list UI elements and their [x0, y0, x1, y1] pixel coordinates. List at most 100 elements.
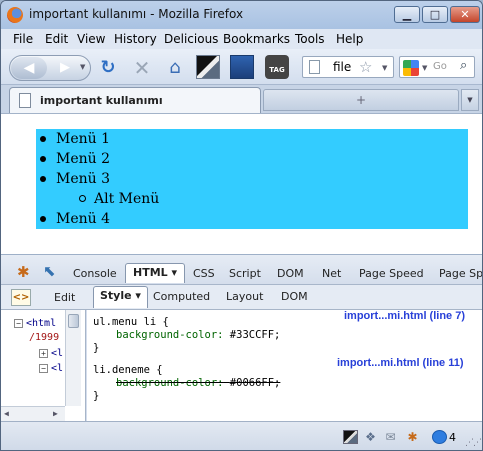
tab-important-kullanimi[interactable]: important kullanımı [9, 87, 261, 113]
bullet-icon [40, 176, 46, 182]
list-item: Menü 2 [36, 149, 468, 169]
style-pane: import...mi.html (line 7) ul.menu li { b… [87, 310, 482, 421]
menu-bookmarks[interactable]: Bookmarks [223, 32, 290, 46]
menu-edit[interactable]: Edit [45, 32, 68, 46]
tab-title: important kullanımı [40, 94, 163, 107]
horizontal-scrollbar[interactable]: ◀ ▶ [1, 406, 65, 421]
mail-icon[interactable]: ✉ [383, 430, 398, 444]
status-bar: ❖ ✉ ✱ 4 ⋰⋰ [1, 421, 482, 450]
star-icon[interactable]: ☆ [359, 58, 372, 76]
css-value[interactable]: #0066FF; [230, 377, 281, 389]
navigation-toolbar: ◀ ▶ ▼ ↻ ✕ ⌂ TAG file ☆ ▼ ▼ Go ⌕ [1, 49, 482, 85]
history-dropdown-icon[interactable]: ▼ [80, 63, 85, 71]
bullet-icon [40, 136, 46, 142]
notification-badge[interactable]: 4 [432, 429, 462, 446]
menu-history[interactable]: History [114, 32, 157, 46]
list-item-label: Menü 1 [56, 131, 111, 147]
network-icon[interactable]: ❖ [363, 430, 378, 444]
tab-computed[interactable]: Computed [153, 290, 210, 303]
inspect-icon[interactable]: ⬉ [43, 262, 56, 280]
scroll-right-icon[interactable]: ▶ [53, 409, 58, 418]
tab-dom[interactable]: DOM [277, 267, 304, 280]
back-forward-group: ◀ ▶ ▼ [9, 55, 91, 81]
tree-node[interactable]: − <html [14, 318, 56, 329]
tab-dom-side[interactable]: DOM [281, 290, 308, 303]
scroll-thumb[interactable] [68, 314, 79, 328]
bookmark-icon[interactable] [230, 55, 254, 79]
tab-script[interactable]: Script [229, 267, 261, 280]
forward-button[interactable]: ▶ [60, 60, 70, 75]
collapse-icon[interactable]: − [39, 363, 48, 373]
side-panel-tabs: Style ▾ Computed Layout DOM [86, 285, 482, 310]
minimize-button[interactable]: ▁ [394, 6, 420, 23]
tree-node[interactable]: + <l [39, 348, 63, 359]
list-item-label: Alt Menü [94, 191, 160, 207]
tab-page-speed[interactable]: Page Speed [359, 267, 424, 280]
css-property[interactable]: background-color: [116, 377, 223, 389]
menu-view[interactable]: View [77, 32, 105, 46]
screen-capture-icon[interactable] [343, 430, 358, 444]
collapse-icon[interactable]: − [14, 318, 23, 328]
title-bar: important kullanımı - Mozilla Firefox ▁ … [1, 1, 482, 29]
css-value[interactable]: #33CCFF; [230, 329, 281, 341]
expand-icon[interactable]: + [39, 348, 48, 358]
reload-icon[interactable]: ↻ [97, 57, 119, 79]
tag-icon[interactable]: <> [11, 289, 31, 306]
bullet-icon [40, 216, 46, 222]
tag-icon[interactable]: TAG [265, 55, 289, 79]
tab-net[interactable]: Net [322, 267, 341, 280]
chat-icon [432, 430, 447, 444]
google-icon[interactable] [403, 60, 419, 76]
new-tab-button[interactable]: + [263, 89, 459, 111]
firebug-icon[interactable]: ✱ [17, 263, 30, 281]
scroll-left-icon[interactable]: ◀ [4, 409, 9, 418]
url-dropdown-icon[interactable]: ▼ [382, 64, 387, 72]
bullet-icon [40, 156, 46, 162]
tree-node-text: <l [51, 348, 64, 359]
search-input[interactable]: Go [433, 61, 447, 72]
rule-source-link[interactable]: import...mi.html (line 11) [337, 357, 464, 369]
css-declaration[interactable]: background-color: #33CCFF; [116, 329, 280, 341]
css-selector[interactable]: li.deneme { [93, 364, 163, 376]
tab-style[interactable]: Style ▾ [93, 286, 148, 308]
screen-capture-icon[interactable] [196, 55, 220, 79]
close-button[interactable]: ✕ [450, 6, 480, 23]
url-text[interactable]: file [333, 60, 351, 74]
search-engine-dropdown-icon[interactable]: ▼ [422, 64, 427, 72]
list-all-tabs-button[interactable]: ▼ [461, 89, 479, 111]
tab-layout[interactable]: Layout [226, 290, 263, 303]
tree-node[interactable]: − <l [39, 363, 63, 374]
css-declaration-overridden[interactable]: background-color: #0066FF; [116, 377, 280, 389]
list-item: Menü 1 [36, 129, 468, 149]
home-icon[interactable]: ⌂ [164, 57, 186, 79]
rule-source-link[interactable]: import...mi.html (line 7) [344, 310, 465, 322]
tab-page-speed-2[interactable]: Page Sp [439, 267, 482, 280]
firebug-icon[interactable]: ✱ [405, 430, 420, 444]
search-icon[interactable]: ⌕ [460, 58, 467, 73]
menu-tools[interactable]: Tools [295, 32, 325, 46]
html-tree-pane: − <html /1999 + <l − <l ◀ ▶ [1, 310, 86, 421]
stop-icon[interactable]: ✕ [131, 57, 153, 79]
firefox-window: important kullanımı - Mozilla Firefox ▁ … [0, 0, 483, 451]
search-box[interactable]: ▼ Go ⌕ [399, 56, 475, 78]
tab-css[interactable]: CSS [193, 267, 215, 280]
css-property[interactable]: background-color: [116, 329, 223, 341]
css-selector[interactable]: ul.menu li { [93, 316, 169, 328]
tab-html[interactable]: HTML ▾ [125, 263, 186, 283]
maximize-button[interactable]: □ [422, 6, 448, 23]
tab-console[interactable]: Console [73, 267, 117, 280]
html-panel-toolbar: <> Edit [1, 285, 86, 310]
edit-button[interactable]: Edit [54, 291, 75, 304]
resize-grip-icon[interactable]: ⋰⋰ [465, 438, 482, 448]
back-button[interactable]: ◀ [11, 57, 47, 79]
page-icon [309, 60, 320, 74]
menu-help[interactable]: Help [336, 32, 363, 46]
list-item-label: Menü 2 [56, 151, 111, 167]
vertical-scrollbar[interactable] [65, 310, 81, 406]
menu-delicious[interactable]: Delicious [164, 32, 218, 46]
circle-bullet-icon [79, 195, 86, 202]
list-item: Menü 3 [36, 169, 468, 189]
menu-file[interactable]: File [13, 32, 33, 46]
list-item-label: Menü 3 [56, 171, 111, 187]
url-bar[interactable]: file ☆ ▼ [302, 56, 394, 78]
